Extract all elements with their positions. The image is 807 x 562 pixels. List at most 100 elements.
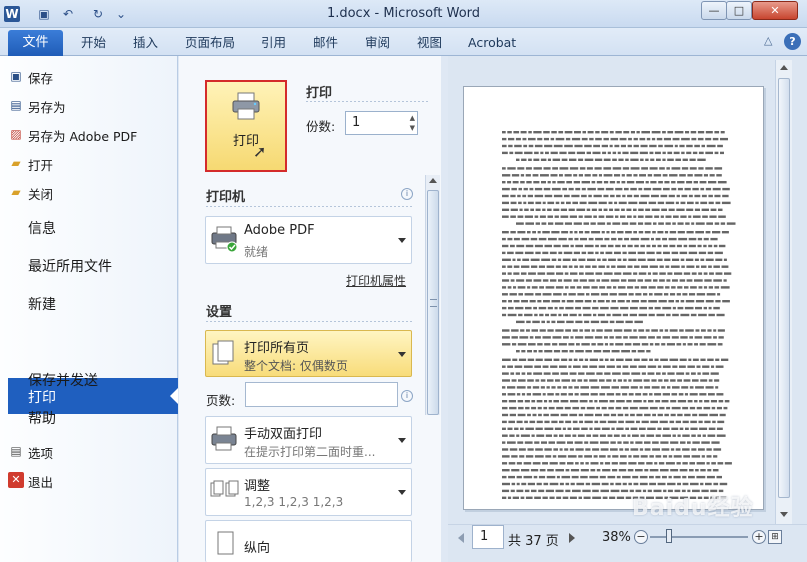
menu-close[interactable]: 关闭 (28, 184, 53, 203)
tab-acrobat[interactable]: Acrobat (468, 33, 516, 53)
preview-page (463, 86, 764, 510)
duplex-sub: 在提示打印第二面时重... (244, 445, 376, 459)
active-indicator (170, 388, 178, 404)
preview-scrollbar[interactable] (775, 60, 792, 524)
printer-dropdown[interactable]: Adobe PDF 就绪 (205, 216, 412, 264)
divider (306, 101, 430, 102)
settings-scrollbar[interactable] (425, 175, 440, 415)
collate-sub: 1,2,3 1,2,3 1,2,3 (244, 495, 344, 509)
tab-mailings[interactable]: 邮件 (313, 33, 338, 53)
exit-icon: ✕ (8, 472, 24, 488)
menu-save-send[interactable]: 保存并发送 (28, 370, 98, 390)
save-as-icon: ▤ (10, 98, 22, 112)
zoom-to-page-icon[interactable]: ⊞ (768, 530, 782, 544)
pages-input[interactable] (245, 382, 398, 407)
copies-value: 1 (352, 115, 361, 130)
tab-view[interactable]: 视图 (417, 33, 442, 53)
info-icon[interactable]: i (401, 188, 413, 200)
menu-options[interactable]: 选项 (28, 443, 53, 462)
grip-icon (430, 299, 437, 307)
cursor-icon: ➚ (253, 142, 267, 161)
info-icon[interactable]: i (401, 390, 413, 402)
chevron-down-icon (398, 438, 406, 443)
menu-new[interactable]: 新建 (28, 294, 56, 314)
menu-save-as[interactable]: 另存为 (28, 97, 66, 116)
close-button[interactable]: ✕ (752, 1, 798, 20)
zoom-out-icon[interactable]: − (634, 530, 648, 544)
menu-info[interactable]: 信息 (28, 218, 56, 238)
scrollbar-thumb[interactable] (427, 190, 439, 415)
save-icon: ▣ (10, 69, 22, 83)
tab-home[interactable]: 开始 (81, 33, 106, 53)
preview-nav-bar: 1 共 37 页 38% − + ⊞ (448, 524, 807, 562)
zoom-slider-thumb[interactable] (666, 529, 672, 543)
page-total: 共 37 页 (508, 534, 559, 549)
page-number-input[interactable]: 1 (472, 525, 504, 549)
menu-exit[interactable]: 退出 (28, 472, 53, 491)
duplex-printer-icon (211, 426, 237, 451)
pdf-printer-icon (211, 226, 238, 253)
menu-save-as-pdf[interactable]: 另存为 Adobe PDF (28, 126, 137, 145)
maximize-button[interactable]: □ (726, 1, 752, 20)
close-folder-icon: ▰ (11, 185, 21, 199)
collate-icon (210, 480, 239, 497)
spinner-icon[interactable]: ▲ ▼ (410, 113, 415, 133)
print-heading: 打印 (306, 86, 333, 101)
title-bar: W ▣ ↶ ↻ ⌄ 1.docx - Microsoft Word — □ ✕ (0, 0, 807, 28)
menu-save[interactable]: 保存 (28, 68, 53, 87)
help-icon[interactable]: ? (784, 33, 801, 50)
all-pages-icon (212, 340, 234, 365)
tab-review[interactable]: 审阅 (365, 33, 390, 53)
settings-heading: 设置 (206, 305, 233, 320)
print-button-label: 打印 (232, 134, 259, 149)
scrollbar-thumb[interactable] (778, 78, 790, 498)
printer-name: Adobe PDF (244, 223, 315, 238)
pages-label: 页数: (206, 393, 236, 408)
menu-open[interactable]: 打开 (28, 155, 53, 174)
orientation-title: 纵向 (244, 541, 271, 556)
tab-page-layout[interactable]: 页面布局 (185, 33, 235, 53)
copies-label: 份数: (306, 119, 336, 134)
scroll-up-icon[interactable] (429, 178, 437, 183)
menu-print-label: 打印 (28, 390, 56, 406)
divider (206, 321, 412, 322)
tab-file[interactable]: 文件 (8, 30, 63, 56)
previous-page-icon[interactable] (458, 533, 464, 543)
chevron-down-icon (398, 352, 406, 357)
copies-stepper[interactable]: 1 ▲ ▼ (345, 111, 418, 135)
scroll-up-icon[interactable] (780, 65, 788, 70)
print-range-sub: 整个文档: 仅偶数页 (244, 359, 348, 373)
window-title: 1.docx - Microsoft Word (326, 6, 481, 21)
print-button[interactable]: 打印 ➚ (205, 80, 287, 172)
menu-recent[interactable]: 最近所用文件 (28, 256, 112, 276)
options-icon: ▤ (10, 444, 22, 458)
duplex-title: 手动双面打印 (244, 427, 323, 442)
zoom-in-icon[interactable]: + (752, 530, 766, 544)
printer-icon (232, 92, 260, 120)
tab-insert[interactable]: 插入 (133, 33, 158, 53)
chevron-down-icon (398, 238, 406, 243)
pdf-icon: ▨ (10, 127, 22, 141)
next-page-icon[interactable] (569, 533, 575, 543)
printer-heading: 打印机 (206, 190, 246, 205)
minimize-button[interactable]: — (701, 1, 727, 20)
page-text-lines (502, 131, 736, 499)
printer-status: 就绪 (244, 245, 269, 259)
printer-properties-link[interactable]: 打印机属性 (346, 272, 406, 289)
print-range-title: 打印所有页 (244, 341, 310, 356)
print-range-dropdown[interactable]: 打印所有页 整个文档: 仅偶数页 (205, 330, 412, 377)
ribbon-tab-bar: 文件 开始 插入 页面布局 引用 邮件 审阅 视图 Acrobat △ ? (0, 28, 807, 56)
tab-references[interactable]: 引用 (261, 33, 286, 53)
baidu-watermark: Baidu经验 (632, 496, 754, 521)
zoom-slider[interactable] (650, 536, 748, 538)
open-folder-icon: ▰ (11, 156, 21, 170)
collate-dropdown[interactable]: 调整 1,2,3 1,2,3 1,2,3 (205, 468, 412, 516)
zoom-level[interactable]: 38% (602, 530, 631, 545)
portrait-icon (217, 531, 234, 555)
divider (206, 206, 412, 207)
collapse-ribbon-icon[interactable]: △ (764, 34, 772, 47)
duplex-dropdown[interactable]: 手动双面打印 在提示打印第二面时重... (205, 416, 412, 464)
orientation-dropdown[interactable]: 纵向 (205, 520, 412, 562)
menu-help[interactable]: 帮助 (28, 408, 56, 428)
scroll-down-icon[interactable] (780, 512, 788, 517)
